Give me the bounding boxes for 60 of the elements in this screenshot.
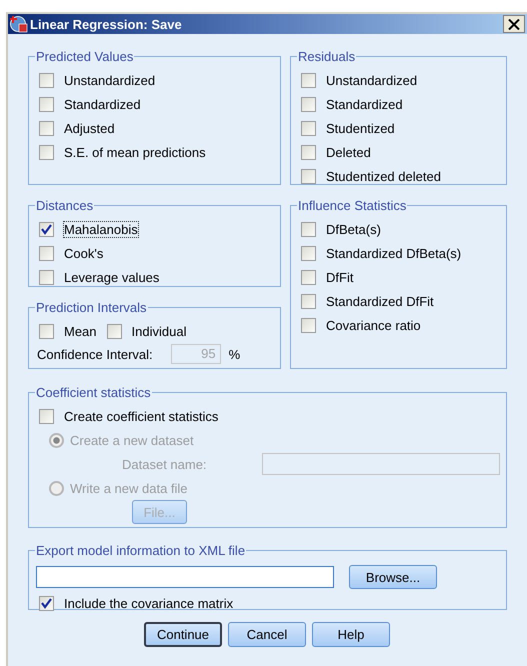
checkbox-label: Unstandardized xyxy=(326,72,418,88)
checkbox-label: Standardized xyxy=(64,96,141,112)
input-field[interactable] xyxy=(36,566,334,588)
checkbox-label: Leverage values xyxy=(64,270,160,284)
browse-button[interactable]: Browse... xyxy=(349,565,437,589)
close-icon xyxy=(508,18,520,30)
group-title: Coefficient statistics xyxy=(35,385,152,400)
group-title: Prediction Intervals xyxy=(35,300,148,315)
group-title: Predicted Values xyxy=(35,49,134,64)
checkbox-label: Individual xyxy=(132,324,186,338)
app-icon xyxy=(10,15,28,33)
group-title: Influence Statistics xyxy=(297,198,408,213)
checkbox-label: DfBeta(s) xyxy=(326,222,381,236)
checkbox-label: Standardized xyxy=(326,96,403,112)
checkbox[interactable] xyxy=(301,294,316,308)
checkbox-label: Cook's xyxy=(64,246,104,260)
radio-label: Create a new dataset xyxy=(70,432,194,448)
checkbox-label: Unstandardized xyxy=(64,72,156,88)
checkbox[interactable] xyxy=(39,72,54,88)
checkbox-label: S.E. of mean predictions xyxy=(64,144,206,160)
checkbox[interactable] xyxy=(301,72,316,88)
checkbox-label: Studentized xyxy=(326,120,395,136)
group-title: Residuals xyxy=(297,49,356,64)
dialog-button[interactable]: Help xyxy=(312,622,390,647)
checkbox-label: Studentized deleted xyxy=(326,168,441,184)
checkbox[interactable] xyxy=(39,270,54,284)
checkbox[interactable] xyxy=(301,270,316,284)
checkbox-label: Standardized DfFit xyxy=(326,294,434,308)
dialog-button[interactable]: Cancel xyxy=(228,622,306,647)
group-title: Export model information to XML file xyxy=(35,543,246,558)
checkbox[interactable] xyxy=(39,596,54,610)
checkbox-label: Deleted xyxy=(326,144,371,160)
checkbox[interactable] xyxy=(301,96,316,112)
checkbox[interactable] xyxy=(39,222,54,236)
checkbox[interactable] xyxy=(39,96,54,112)
checkbox-label: Include the covariance matrix xyxy=(64,596,234,610)
checkbox[interactable] xyxy=(39,246,54,260)
checkbox-label: Standardized DfBeta(s) xyxy=(326,246,462,260)
checkbox[interactable] xyxy=(39,120,54,136)
checkbox[interactable] xyxy=(301,168,316,184)
checkbox[interactable] xyxy=(301,246,316,260)
checkbox[interactable] xyxy=(39,144,54,160)
checkbox[interactable] xyxy=(301,318,316,332)
checkbox-label: Mahalanobis xyxy=(64,222,138,236)
checkbox-label: DfFit xyxy=(326,270,354,284)
checkbox-label: Mean xyxy=(64,324,97,338)
unit-label: % xyxy=(228,346,240,362)
group-title: Distances xyxy=(35,198,94,213)
close-button[interactable] xyxy=(503,15,525,33)
field-label: Confidence Interval: xyxy=(37,346,153,362)
field-label: Dataset name: xyxy=(122,456,208,472)
dialog-button[interactable]: Continue xyxy=(144,622,222,647)
checkbox-label: Create coefficient statistics xyxy=(64,408,218,424)
checkbox-label: Covariance ratio xyxy=(326,318,421,332)
checkbox[interactable] xyxy=(301,120,316,136)
window-title: Linear Regression: Save xyxy=(30,16,183,32)
radio-label: Write a new data file xyxy=(70,480,188,496)
checkbox[interactable] xyxy=(301,144,316,160)
checkbox[interactable] xyxy=(301,222,316,236)
checkbox-label: Adjusted xyxy=(64,120,115,136)
